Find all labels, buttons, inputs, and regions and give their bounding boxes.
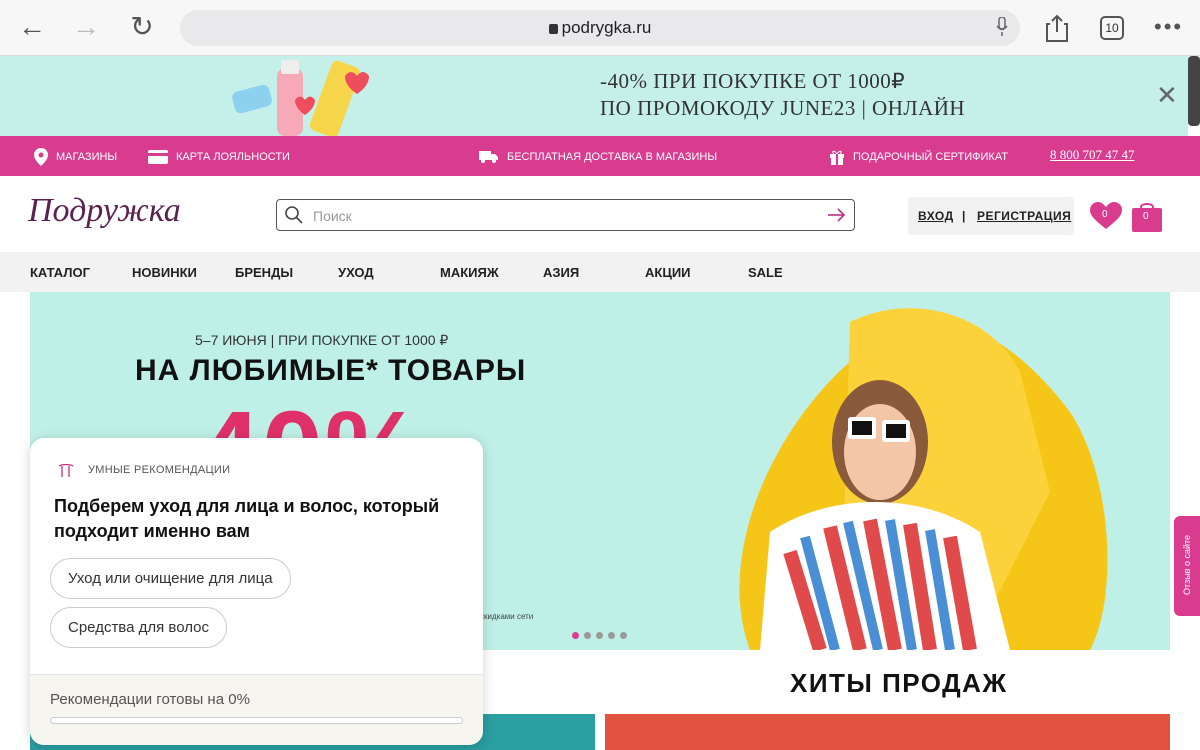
wishlist-count: 0 [1102,209,1108,220]
logo[interactable]: Подружка [28,192,181,230]
truck-icon [479,151,498,163]
brand-mark-icon [58,464,74,477]
promo-banner[interactable]: -40% ПРИ ПОКУПКЕ ОТ 1000₽ ПО ПРОМОКОДУ J… [0,56,1188,136]
register-link[interactable]: РЕГИСТРАЦИЯ [977,209,1071,223]
main-nav: КАТАЛОГ НОВИНКИ БРЕНДЫ УХОД МАКИЯЖ АЗИЯ … [0,252,1200,292]
lock-icon [548,24,558,34]
woman-on-float-image [739,308,1108,650]
nav-sale[interactable]: SALE [748,265,783,280]
phone-link[interactable]: 8 800 707 47 47 [1050,147,1135,163]
feedback-label: Отзыв о сайте [1182,534,1192,596]
gift-icon [830,150,844,165]
section-title: ХИТЫ ПРОДАЖ [790,668,1008,698]
nav-new[interactable]: НОВИНКИ [132,265,197,280]
browser-toolbar: ← → ↻ podrygka.ru 10 ••• [0,0,1200,56]
close-icon[interactable]: ✕ [1156,82,1178,108]
stores-link[interactable]: МАГАЗИНЫ [34,148,117,166]
search-input[interactable]: Поиск [276,199,855,231]
back-icon[interactable]: ← [16,12,48,44]
share-icon[interactable] [1046,14,1068,42]
hair-care-option[interactable]: Средства для волос [50,607,227,648]
cart-button[interactable]: 0 [1132,202,1162,232]
nav-asia[interactable]: АЗИЯ [543,265,579,280]
popup-question: Подберем уход для лица и волос, который … [54,496,440,541]
slider-dot[interactable] [608,632,615,639]
promo-line-2: ПО ПРОМОКОДУ JUNE23 | ОНЛАЙН [600,96,966,120]
nav-makeup[interactable]: МАКИЯЖ [440,265,499,280]
info-bar: МАГАЗИНЫ КАРТА ЛОЯЛЬНОСТИ БЕСПЛАТНАЯ ДОС… [0,136,1200,176]
slider-dot[interactable] [584,632,591,639]
hero-headline: НА ЛЮБИМЫЕ* ТОВАРЫ [135,354,527,387]
location-pin-icon [34,148,48,166]
stores-label: МАГАЗИНЫ [56,151,118,163]
address-bar[interactable]: podrygka.ru [180,10,1020,46]
scrollbar[interactable] [1188,56,1200,126]
progress-bar [50,717,463,724]
auth-block: ВХОД | РЕГИСТРАЦИЯ [908,197,1074,235]
recommendation-popup: УМНЫЕ РЕКОМЕНДАЦИИ Подберем уход для лиц… [30,438,483,745]
face-care-option[interactable]: Уход или очищение для лица [50,558,291,599]
hero-footnote: скидками сети [480,612,534,621]
nav-brands[interactable]: БРЕНДЫ [235,265,293,280]
loyalty-card-link[interactable]: КАРТА ЛОЯЛЬНОСТИ [148,150,290,164]
microphone-icon[interactable] [996,17,1008,37]
delivery-link[interactable]: БЕСПЛАТНАЯ ДОСТАВКА В МАГАЗИНЫ [479,150,717,164]
url-text: podrygka.ru [561,18,652,37]
delivery-label: БЕСПЛАТНАЯ ДОСТАВКА В МАГАЗИНЫ [507,151,718,163]
gift-certificate-link[interactable]: ПОДАРОЧНЫЙ СЕРТИФИКАТ [829,149,1008,165]
loyalty-label: КАРТА ЛОЯЛЬНОСТИ [176,151,290,163]
slider-dot[interactable] [596,632,603,639]
card-icon [148,150,168,164]
popup-header: УМНЫЕ РЕКОМЕНДАЦИИ [88,464,231,476]
promo-line-1: -40% ПРИ ПОКУПКЕ ОТ 1000₽ [600,69,906,93]
product-tile[interactable] [605,714,1170,750]
forward-icon[interactable]: → [70,12,102,44]
login-link[interactable]: ВХОД [918,209,954,223]
cosmetics-image [232,60,369,136]
hero-dates: 5–7 ИЮНЯ | ПРИ ПОКУПКЕ ОТ 1000 ₽ [195,332,449,348]
arrow-right-icon[interactable] [828,208,846,222]
tabs-button[interactable]: 10 [1100,16,1124,40]
nav-sale-offers[interactable]: АКЦИИ [645,265,691,280]
slider-dot[interactable] [620,632,627,639]
cart-count: 0 [1143,211,1149,222]
search-icon [285,206,303,224]
progress-label: Рекомендации готовы на 0% [50,691,250,708]
wishlist-button[interactable]: 0 [1090,202,1122,235]
nav-care[interactable]: УХОД [338,265,374,280]
feedback-tab[interactable]: Отзыв о сайте [1174,516,1200,616]
nav-catalog[interactable]: КАТАЛОГ [30,265,90,280]
search-placeholder: Поиск [313,208,352,224]
reload-icon[interactable]: ↻ [126,12,158,44]
slider-dot-active[interactable] [572,632,579,639]
popup-footer: Рекомендации готовы на 0% [30,674,483,745]
gift-label: ПОДАРОЧНЫЙ СЕРТИФИКАТ [853,151,1009,163]
auth-separator: | [962,209,966,223]
more-icon[interactable]: ••• [1154,14,1183,40]
